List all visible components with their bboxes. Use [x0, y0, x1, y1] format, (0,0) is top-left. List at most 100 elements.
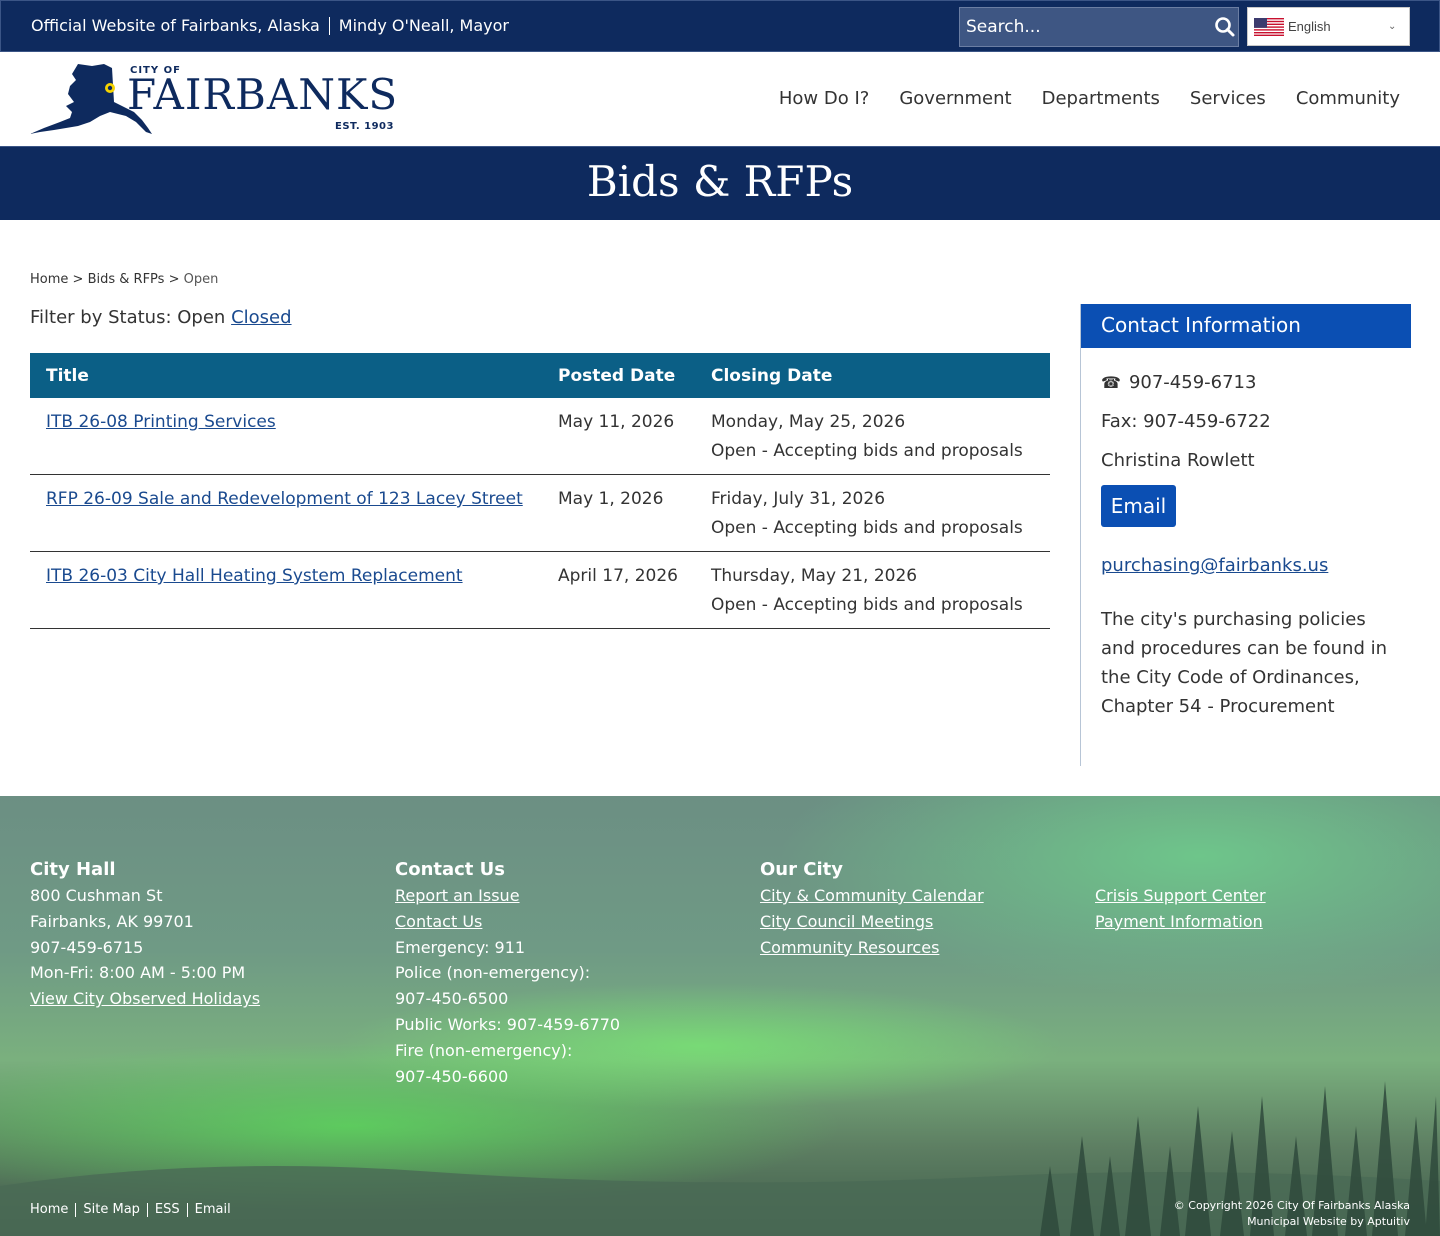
table-header-row: Title Posted Date Closing Date	[30, 353, 1050, 398]
email-link[interactable]: purchasing@fairbanks.us	[1101, 555, 1328, 576]
footer-police-phone: 907-450-6500	[395, 989, 509, 1009]
search-input[interactable]	[960, 8, 1210, 46]
footer-heading: Our City	[760, 859, 843, 880]
cell-closing: Friday, July 31, 2026 Open - Accepting b…	[695, 474, 1050, 552]
cell-closing: Thursday, May 21, 2026 Open - Accepting …	[695, 551, 1050, 629]
search-box	[959, 7, 1239, 47]
nav-community[interactable]: Community	[1296, 88, 1400, 109]
breadcrumb-separator: >	[168, 272, 180, 287]
cell-title: ITB 26-03 City Hall Heating System Repla…	[30, 551, 542, 629]
footer-resources-link[interactable]: Community Resources	[760, 935, 984, 961]
footer-city-hall: City Hall 800 Cushman St Fairbanks, AK 9…	[30, 858, 260, 1012]
city-logo[interactable]: CITY OF FAIRBANKS EST. 1903	[30, 62, 400, 137]
table-row: ITB 26-03 City Hall Heating System Repla…	[30, 551, 1050, 629]
language-label: English	[1288, 19, 1331, 34]
cell-title: ITB 26-08 Printing Services	[30, 398, 542, 475]
closing-date: Monday, May 25, 2026	[711, 412, 906, 432]
footer-holidays-link[interactable]: View City Observed Holidays	[30, 986, 260, 1012]
purchasing-policy-text: The city's purchasing policies and proce…	[1101, 609, 1388, 717]
contact-sidebar: Contact Information ☎ 907-459-6713 Fax: 9…	[1080, 304, 1411, 766]
footer-home-link[interactable]: Home	[30, 1202, 68, 1217]
cell-posted: April 17, 2026	[542, 551, 695, 629]
bid-link[interactable]: ITB 26-03 City Hall Heating System Repla…	[46, 566, 463, 586]
us-flag-icon	[1254, 18, 1284, 36]
footer-crisis-link[interactable]: Crisis Support Center	[1095, 883, 1266, 909]
bid-status: Open - Accepting bids and proposals	[711, 595, 1023, 615]
footer-address-line: Fairbanks, AK 99701	[30, 911, 194, 931]
bid-status: Open - Accepting bids and proposals	[711, 518, 1023, 538]
footer-fire-label: Fire (non-emergency):	[395, 1040, 573, 1060]
contact-heading: Contact Information	[1081, 304, 1411, 348]
bid-link[interactable]: ITB 26-08 Printing Services	[46, 412, 276, 432]
footer-address-line: 800 Cushman St	[30, 886, 163, 905]
footer-contact-link[interactable]: Contact Us	[395, 909, 620, 935]
footer-calendar-link[interactable]: City & Community Calendar	[760, 883, 984, 909]
header-posted-date: Posted Date	[542, 353, 695, 398]
contact-name: Christina Rowlett	[1101, 450, 1255, 471]
bid-link[interactable]: RFP 26-09 Sale and Redevelopment of 123 …	[46, 489, 523, 509]
footer-payment-link[interactable]: Payment Information	[1095, 909, 1266, 935]
site-header: CITY OF FAIRBANKS EST. 1903 How Do I? Go…	[0, 52, 1440, 146]
chevron-down-icon: ⌄	[1388, 21, 1397, 32]
breadcrumb-separator: >	[72, 272, 84, 287]
table-row: RFP 26-09 Sale and Redevelopment of 123 …	[30, 474, 1050, 552]
top-bar: Official Website of Fairbanks, Alaska Mi…	[0, 0, 1440, 52]
copyright: © Copyright 2026 City Of Fairbanks Alask…	[1174, 1198, 1410, 1230]
email-button[interactable]: Email	[1101, 485, 1176, 527]
footer-public-works: Public Works: 907-459-6770	[395, 1014, 621, 1034]
bids-table: Title Posted Date Closing Date ITB 26-08…	[30, 353, 1050, 629]
breadcrumb-section[interactable]: Bids & RFPs	[88, 272, 165, 287]
nav-services[interactable]: Services	[1190, 88, 1266, 109]
copyright-text: © Copyright 2026 City Of Fairbanks Alask…	[1173, 1199, 1410, 1212]
cell-posted: May 11, 2026	[542, 398, 695, 475]
footer-contact: Contact Us Report an Issue Contact Us Em…	[395, 858, 620, 1089]
footer-council-link[interactable]: City Council Meetings	[760, 909, 984, 935]
nav-government[interactable]: Government	[899, 88, 1011, 109]
cell-posted: May 1, 2026	[542, 474, 695, 552]
header-closing-date: Closing Date	[695, 353, 1050, 398]
footer-our-city: Our City City & Community Calendar City …	[760, 858, 984, 960]
site-footer: City Hall 800 Cushman St Fairbanks, AK 9…	[0, 796, 1440, 1236]
phone-number: 907-459-6713	[1128, 372, 1257, 393]
phone-icon: ☎	[1101, 373, 1121, 392]
page-title: Bids & RFPs	[586, 157, 854, 206]
footer-email-link[interactable]: Email	[195, 1202, 231, 1217]
official-website-label: Official Website of Fairbanks, Alaska	[31, 16, 320, 35]
header-title: Title	[30, 353, 542, 398]
footer-phone: 907-459-6715	[30, 937, 144, 957]
table-row: ITB 26-08 Printing Services May 11, 2026…	[30, 398, 1050, 475]
credit-text[interactable]: Municipal Website by Aptuitiv	[1174, 1214, 1410, 1230]
footer-hours: Mon-Fri: 8:00 AM - 5:00 PM	[30, 963, 246, 983]
mayor-label: Mindy O'Neall, Mayor	[338, 16, 509, 35]
nav-how-do-i[interactable]: How Do I?	[779, 88, 869, 109]
filter-closed-link[interactable]: Closed	[231, 307, 291, 328]
footer-heading: Contact Us	[395, 859, 506, 880]
cell-closing: Monday, May 25, 2026 Open - Accepting bi…	[695, 398, 1050, 475]
footer-ess-link[interactable]: ESS	[155, 1202, 180, 1217]
footer-sitemap-link[interactable]: Site Map	[83, 1202, 140, 1217]
divider	[75, 1202, 77, 1217]
divider	[146, 1202, 148, 1217]
footer-police-label: Police (non-emergency):	[395, 963, 591, 983]
breadcrumb-current: Open	[183, 272, 219, 287]
footer-report-link[interactable]: Report an Issue	[395, 883, 620, 909]
breadcrumb-home[interactable]: Home	[30, 272, 68, 287]
filter-label: Filter by Status:	[30, 307, 172, 328]
search-icon[interactable]	[1214, 16, 1236, 38]
nav-departments[interactable]: Departments	[1042, 88, 1160, 109]
breadcrumb: Home > Bids & RFPs > Open	[30, 272, 218, 287]
closing-date: Friday, July 31, 2026	[711, 489, 886, 509]
footer-bottom-nav: Home Site Map ESS Email	[30, 1202, 231, 1217]
logo-est: EST. 1903	[335, 121, 394, 132]
footer-heading: City Hall	[30, 859, 116, 880]
filter-open: Open	[177, 307, 226, 328]
closing-date: Thursday, May 21, 2026	[711, 566, 918, 586]
footer-fire-phone: 907-450-6600	[395, 1066, 509, 1086]
official-site-text: Official Website of Fairbanks, Alaska Mi…	[31, 16, 509, 35]
page-banner: Bids & RFPs	[0, 146, 1440, 220]
status-filter: Filter by Status: Open Closed	[30, 307, 292, 328]
divider	[328, 16, 330, 35]
divider	[186, 1202, 188, 1217]
language-select[interactable]: English ⌄	[1247, 7, 1410, 46]
footer-more-links: Crisis Support Center Payment Informatio…	[1095, 883, 1266, 935]
